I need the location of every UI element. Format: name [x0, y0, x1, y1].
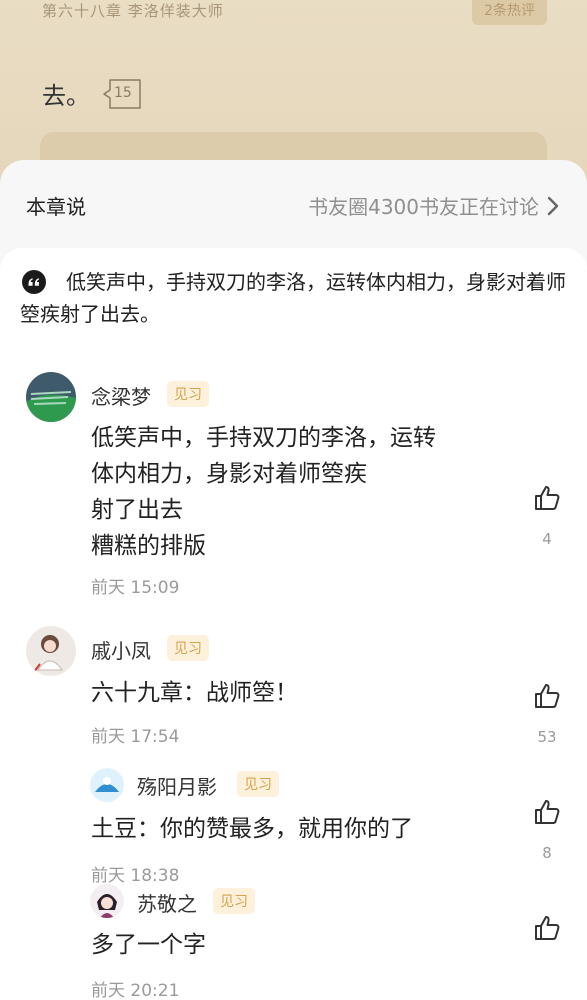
user-level-badge: 见习 [237, 771, 279, 797]
comment-text: 土豆：你的赞最多，就用你的了 [91, 816, 413, 842]
avatar-image [90, 768, 124, 802]
sheet-header: 本章说 书友圈4300书友正在讨论 [0, 160, 587, 246]
comment-username[interactable]: 念梁梦 [91, 381, 151, 410]
reader-text: 去。 [42, 82, 90, 110]
comment-text: 低笑声中，手持双刀的李洛，运转 体内相力，身影对着师箜疾 射了出去 糟糕的排版 [91, 425, 436, 559]
comment-text: 六十九章：战师箜！ [91, 680, 298, 706]
like-count: 4 [542, 530, 552, 548]
avatar[interactable] [26, 626, 76, 676]
hot-comments-badge[interactable]: 2条热评 [472, 0, 547, 25]
sheet-title: 本章说 [26, 195, 86, 219]
avatar-image [26, 372, 76, 422]
discussion-link[interactable]: 书友圈4300书友正在讨论 [308, 191, 559, 220]
avatar-image [26, 626, 76, 676]
thumbs-up-icon [535, 800, 560, 824]
avatar[interactable] [90, 768, 124, 802]
discussion-link-label: 书友圈4300书友正在讨论 [308, 195, 539, 219]
chapter-comments-sheet: 本章说 书友圈4300书友正在讨论 低笑声中，手持双刀的李洛，运转体内相力，身影… [0, 160, 587, 1000]
thumbs-up-icon [535, 486, 560, 510]
like-button[interactable]: 53 [527, 682, 567, 746]
like-count: 53 [537, 728, 557, 746]
like-button[interactable]: 8 [527, 798, 567, 862]
comment-time: 前天 17:54 [91, 727, 180, 747]
comment-time: 前天 15:09 [91, 578, 180, 598]
comment-time: 前天 18:38 [91, 866, 180, 886]
user-level-badge: 见习 [167, 635, 209, 661]
user-level-badge: 见习 [213, 888, 255, 914]
comment-text: 多了一个字 [91, 932, 206, 958]
comments-content: 低笑声中，手持双刀的李洛，运转体内相力，身影对着师箜疾射了出去。 念梁梦 见习 … [0, 248, 587, 1000]
like-button[interactable] [527, 914, 567, 960]
avatar[interactable] [90, 884, 124, 918]
comment-username[interactable]: 殇阳月影 [137, 771, 217, 800]
thumbs-up-icon [535, 916, 560, 940]
chevron-right-icon [547, 196, 559, 215]
like-button[interactable]: 4 [527, 484, 567, 548]
paragraph-comment-count[interactable]: 15 [102, 78, 142, 110]
chapter-title: 第六十八章 李洛佯装大师 [42, 2, 224, 20]
user-level-badge: 见习 [167, 381, 209, 407]
quoted-paragraph: 低笑声中，手持双刀的李洛，运转体内相力，身影对着师箜疾射了出去。 [20, 270, 566, 326]
comment-time: 前天 20:21 [91, 981, 180, 1000]
paragraph-comment-count-label: 15 [114, 85, 132, 101]
avatar-image [90, 884, 124, 918]
comment-username[interactable]: 戚小凤 [91, 635, 151, 664]
thumbs-up-icon [535, 684, 560, 708]
avatar[interactable] [26, 372, 76, 422]
like-count: 8 [542, 844, 552, 862]
comment-username[interactable]: 苏敬之 [137, 888, 197, 917]
